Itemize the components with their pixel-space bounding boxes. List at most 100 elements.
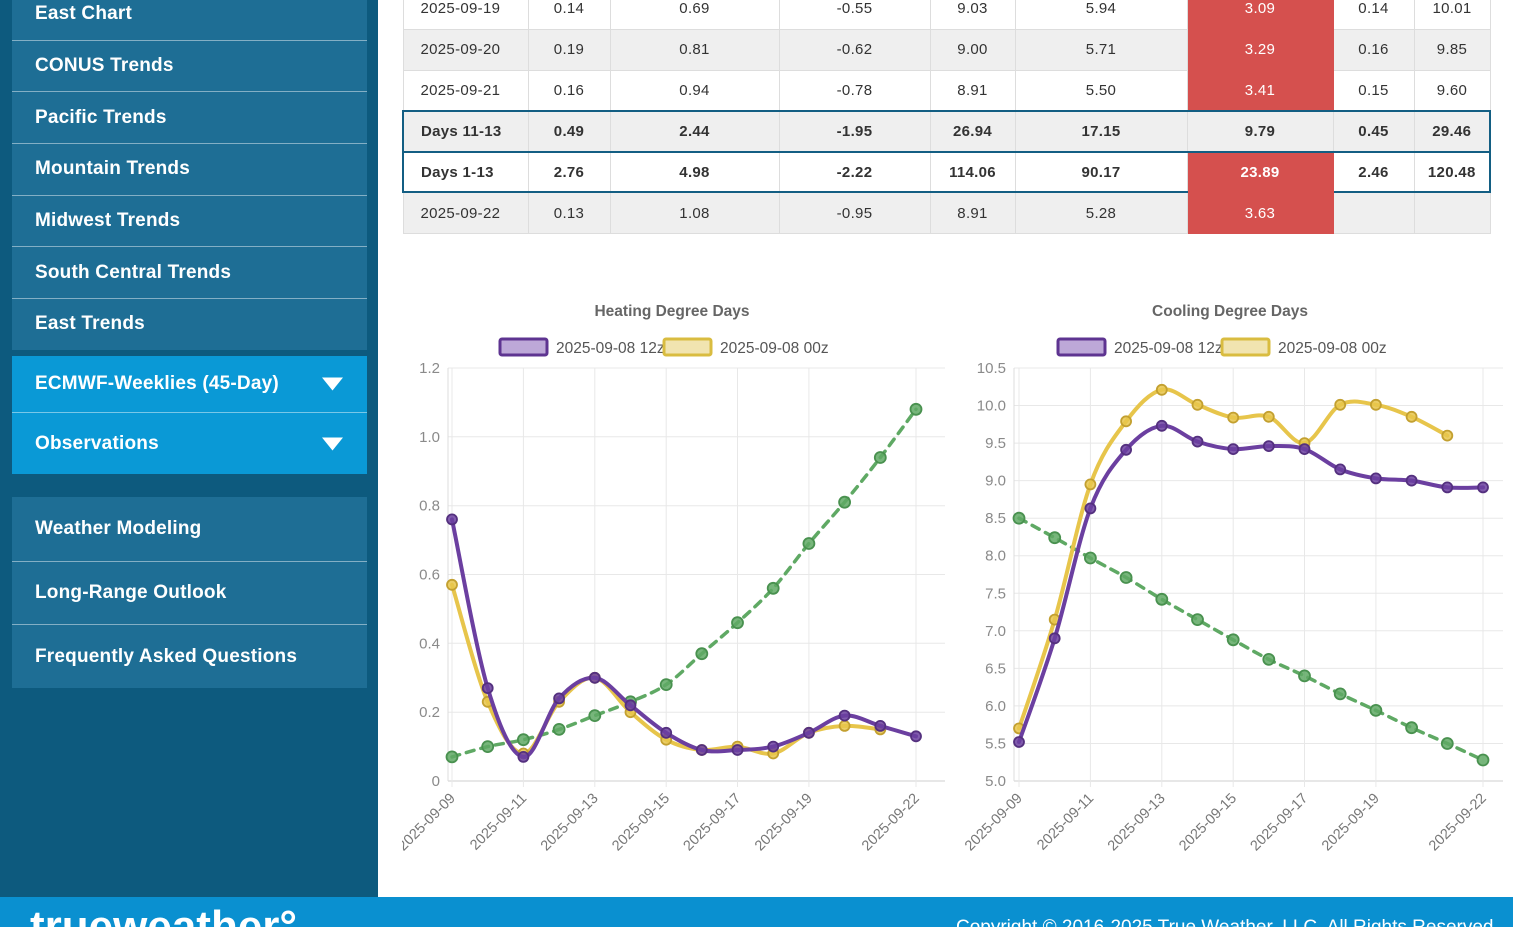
sidebar-item-label: Frequently Asked Questions (35, 645, 298, 667)
data-point (1441, 481, 1454, 494)
x-axis-label: 2025-09-22 (1426, 791, 1490, 855)
y-axis-label: 9.5 (985, 435, 1006, 452)
sidebar-item-south-central-trends[interactable]: South Central Trends (12, 246, 367, 299)
value-cell (1332, 191, 1415, 234)
data-point (1048, 632, 1061, 645)
x-axis-label: 2025-09-15 (1176, 791, 1240, 855)
value-cell: 0.13 (527, 191, 611, 234)
data-point (1334, 398, 1347, 411)
data-point (1405, 410, 1418, 423)
value-cell: 8.91 (929, 191, 1016, 234)
sidebar-item-east-trends[interactable]: East Trends (12, 298, 367, 350)
value-cell: 0.14 (1332, 0, 1415, 30)
y-axis-label: 0.6 (419, 567, 440, 584)
y-axis-label: 10.5 (977, 360, 1006, 377)
sidebar-item-label: ECMWF-Weeklies (45-Day) (35, 373, 279, 394)
trueweather-logo[interactable]: trueweather° (30, 902, 297, 927)
y-axis-label: 6.5 (985, 660, 1006, 677)
table-row: 2025-09-22 0.13 1.08 -0.95 8.91 5.28 3.63 (402, 191, 1491, 234)
row-label: 2025-09-21 (402, 69, 529, 112)
value-cell: -0.95 (778, 191, 931, 234)
table-row: Days 11-13 0.49 2.44 -1.95 26.94 17.15 9.79 0.4… (402, 109, 1491, 153)
data-point (446, 578, 458, 591)
sidebar-item-label: East Chart (35, 2, 133, 24)
data-point (1227, 411, 1240, 424)
data-point (1334, 463, 1347, 476)
data-point (1191, 398, 1204, 411)
sidebar-item-east-chart[interactable]: East Chart (12, 0, 367, 40)
series-line (1017, 423, 1485, 744)
data-point (1084, 502, 1097, 515)
legend-label: 2025-09-08 12z (1114, 340, 1223, 357)
y-axis-label: 10.0 (977, 398, 1006, 415)
sidebar-item-label: Observations (35, 432, 159, 454)
y-axis-label: 0.8 (419, 498, 440, 515)
data-point (1298, 443, 1311, 456)
value-cell: 9.00 (929, 28, 1016, 71)
data-point (1477, 481, 1489, 494)
sidebar-item-conus-trends[interactable]: CONUS Trends (12, 39, 367, 92)
data-point (766, 581, 780, 595)
value-cell: 5.71 (1014, 28, 1188, 71)
sidebar-item-label: Weather Modeling (35, 517, 202, 539)
value-cell: 5.28 (1014, 191, 1188, 234)
page: East Chart CONUS Trends Pacific Trends Moun… (0, 0, 1513, 927)
anomaly-cell-highlighted: 3.41 (1186, 69, 1334, 112)
value-cell: 0.16 (1332, 28, 1415, 71)
data-point (517, 733, 530, 747)
sidebar-item-mountain-trends[interactable]: Mountain Trends (12, 143, 367, 195)
data-point (553, 692, 566, 705)
data-point (588, 709, 602, 723)
value-cell: 0.69 (609, 0, 780, 30)
sidebar-item-weather-modeling[interactable]: Weather Modeling (12, 497, 367, 561)
data-point (1191, 435, 1204, 448)
y-axis-label: 0 (432, 773, 440, 790)
value-cell: 17.15 (1014, 109, 1188, 153)
sidebar-item-label: Pacific Trends (35, 106, 167, 128)
data-point (1120, 443, 1133, 456)
sidebar-item-long-range-outlook[interactable]: Long-Range Outlook (12, 560, 367, 625)
sidebar-group-expandable: ECMWF-Weeklies (45-Day) Observations (12, 356, 367, 474)
x-axis-label: 2025-09-13 (538, 791, 602, 855)
value-cell: 114.06 (929, 150, 1016, 194)
data-point (624, 699, 637, 712)
sidebar-item-pacific-trends[interactable]: Pacific Trends (12, 91, 367, 144)
sidebar-item-frequently-asked-questions[interactable]: Frequently Asked Questions (12, 624, 367, 689)
legend-swatch (498, 337, 549, 357)
data-point (1441, 429, 1454, 442)
x-axis-label: 2025-09-11 (467, 791, 530, 854)
sidebar-item-midwest-trends[interactable]: Midwest Trends (12, 194, 367, 247)
sidebar: East Chart CONUS Trends Pacific Trends Moun… (0, 0, 378, 897)
y-axis-label: 6.0 (985, 698, 1006, 715)
value-cell: 0.15 (1332, 69, 1415, 112)
y-axis-label: 0.4 (419, 635, 440, 652)
y-axis-label: 1.2 (419, 360, 440, 377)
value-cell: 0.14 (527, 0, 611, 30)
value-cell: 5.50 (1014, 69, 1188, 112)
data-point (1119, 571, 1133, 584)
data-point (1084, 478, 1097, 491)
table-row: Days 1-13 2.76 4.98 -2.22 114.06 90.17 23.89 2.… (402, 150, 1491, 194)
data-point (481, 682, 494, 695)
value-cell: 90.17 (1014, 150, 1188, 194)
sidebar-item-observations[interactable]: Observations (12, 412, 367, 474)
data-point (838, 495, 852, 509)
value-cell: 26.94 (929, 109, 1016, 153)
sidebar-item-ecmwf-weeklies-45-day[interactable]: ECMWF-Weeklies (45-Day) (12, 356, 367, 412)
data-point (552, 722, 566, 736)
data-point (838, 719, 851, 732)
data-point (802, 726, 815, 739)
sidebar-item-label: East Trends (35, 313, 145, 335)
legend-swatch (1056, 337, 1107, 357)
y-axis-label: 8.0 (985, 548, 1006, 565)
main-content: 2025-09-19 0.14 0.69 -0.55 9.03 5.94 3.09 0.14 1… (378, 0, 1513, 897)
data-point (873, 451, 887, 464)
data-point (1298, 669, 1311, 683)
data-point (660, 726, 673, 739)
series-line (450, 407, 918, 759)
data-point (1155, 592, 1169, 606)
value-cell: 0.81 (609, 28, 780, 71)
data-point (1476, 753, 1490, 767)
data-point (731, 616, 744, 630)
data-point (1155, 383, 1168, 396)
